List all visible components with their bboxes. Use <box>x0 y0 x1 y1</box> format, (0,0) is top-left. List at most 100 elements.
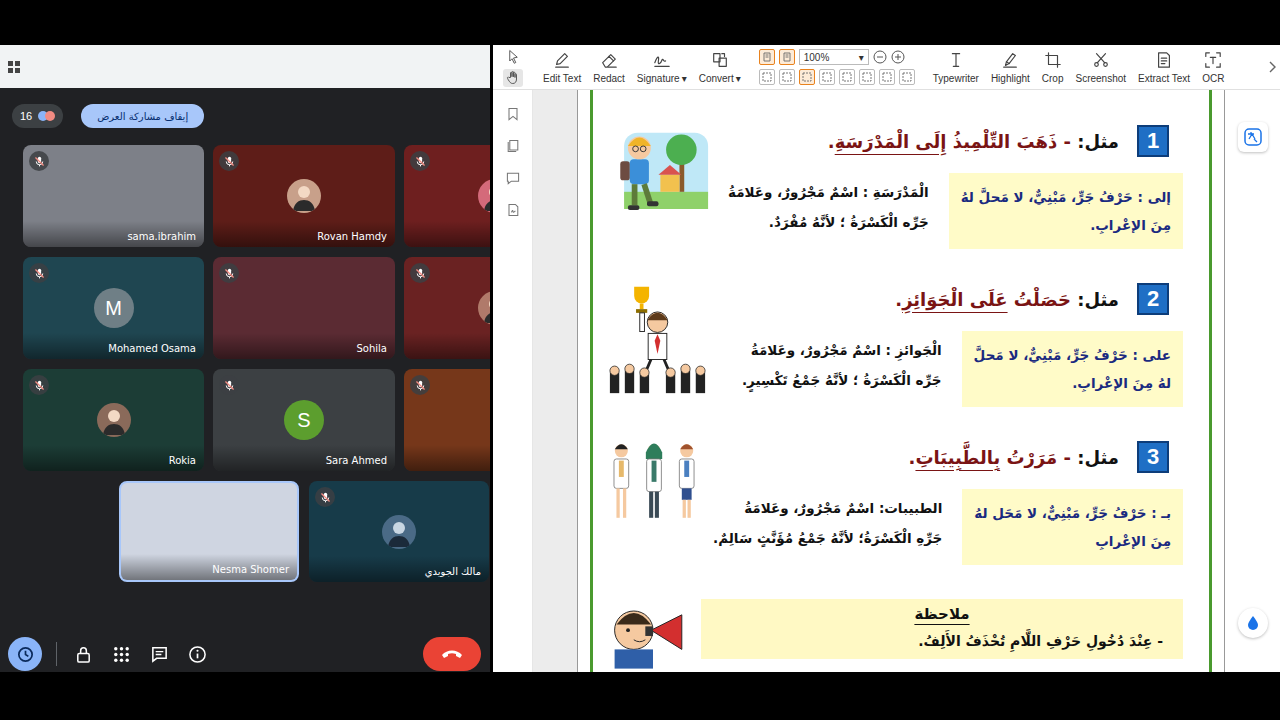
toolbar-tool[interactable]: Crop <box>1038 51 1068 84</box>
participant-tile[interactable]: SSara Ahmed <box>213 369 395 471</box>
apps-grid-icon[interactable] <box>8 61 20 73</box>
avatar-icon <box>287 179 321 213</box>
pointer-icon <box>506 49 521 64</box>
view-option-icon <box>761 71 773 83</box>
crop-icon <box>1044 51 1062 69</box>
assistant-button[interactable] <box>1238 608 1268 638</box>
student-walking-icon <box>605 125 710 220</box>
view-option-button[interactable] <box>879 69 895 85</box>
note-box: ملاحظة- عِنْدَ دُخُولِ حَرْفِ اللَّامِ ت… <box>701 599 1183 659</box>
chevron-right-icon[interactable] <box>1267 60 1277 74</box>
view-controls: 100%▾ <box>759 49 915 85</box>
example-analysis: على : حَرْفُ جَرٍّ، مَبْنِيٌّ، لا مَحلَّ… <box>742 331 1183 407</box>
view-option-button[interactable] <box>759 69 775 85</box>
view-option-button[interactable] <box>899 69 915 85</box>
document-canvas: 1مثل: - ذَهَبَ التِّلْمِيذُ إِلَى الْمَد… <box>533 90 1225 672</box>
megaphone-man-icon <box>605 601 701 669</box>
page-view-button[interactable] <box>759 49 775 65</box>
toolbar-tool[interactable]: Highlight <box>987 51 1034 84</box>
example-number: 1 <box>1137 125 1169 157</box>
zoom-select[interactable]: 100%▾ <box>799 49 869 65</box>
avatar-initial: S <box>284 400 324 440</box>
participant-name: Nesma Shomer <box>212 564 289 575</box>
example-block: 2مثل: حَصَلْتُ عَلَى الْجَوَائِزِ.على : … <box>605 283 1183 407</box>
translate-button[interactable] <box>1238 122 1268 152</box>
participant-tile[interactable]: مالك الجويدي <box>309 481 489 582</box>
mic-muted-icon <box>29 151 49 171</box>
timer-button[interactable] <box>8 637 42 671</box>
letterbox-top <box>0 0 1280 45</box>
participant-tile[interactable] <box>404 257 490 359</box>
participant-count[interactable]: 16 <box>12 104 63 128</box>
avatar-icon <box>97 403 131 437</box>
mode-tool-button[interactable] <box>503 69 523 87</box>
meeting-top-bar <box>0 45 490 88</box>
bookmark-icon[interactable] <box>505 106 521 122</box>
chat-icon <box>150 645 169 664</box>
redact-icon <box>600 51 618 69</box>
mode-tool-button[interactable] <box>503 48 523 66</box>
avatar-icon <box>478 291 490 325</box>
stop-presenting-button[interactable]: إيقاف مشاركة العرض <box>81 104 204 128</box>
toolbar-tool[interactable]: OCR <box>1198 51 1228 84</box>
zoom-out-button[interactable] <box>873 50 887 64</box>
page-view-button[interactable] <box>779 49 795 65</box>
toolbar-tool[interactable]: Convert▾ <box>695 51 745 84</box>
view-option-button[interactable] <box>819 69 835 85</box>
toolbar-tool[interactable]: Typewriter <box>929 51 983 84</box>
avatar-initial: M <box>94 288 134 328</box>
participant-tile[interactable]: MMohamed Osama <box>23 257 204 359</box>
toolbar-tool[interactable]: Redact <box>589 51 629 84</box>
view-option-button[interactable] <box>779 69 795 85</box>
toolbar-tool[interactable]: Edit Text <box>539 51 585 84</box>
view-row: 100%▾ <box>759 49 915 65</box>
toolbar-tool[interactable]: Screenshot <box>1071 51 1130 84</box>
minus-icon <box>873 50 887 64</box>
participant-tile[interactable]: Nesma Shomer <box>119 481 299 582</box>
participant-tile[interactable]: Rokia <box>23 369 204 471</box>
page-frame: 1مثل: - ذَهَبَ التِّلْمِيذُ إِلَى الْمَد… <box>590 90 1212 672</box>
view-option-button[interactable] <box>859 69 875 85</box>
comment-icon[interactable] <box>505 170 521 186</box>
activities-button[interactable] <box>109 642 133 666</box>
info-icon <box>188 645 207 664</box>
view-option-icon <box>821 71 833 83</box>
example-illustration <box>605 283 710 395</box>
example-heading: 1مثل: - ذَهَبَ التِّلْمِيذُ إِلَى الْمَد… <box>728 125 1183 157</box>
signature-icon <box>653 51 671 69</box>
trophy-winner-icon <box>605 283 710 395</box>
example-content: 3مثل: - مَرَرْتُ بِالطَّبِيبَاتِ. بـ : حَ… <box>713 441 1183 565</box>
example-analysis: بـ : حَرْفُ جَرٍّ، مَبْنِيٌّ، لا مَحَل ل… <box>713 489 1183 565</box>
toolbar-tool[interactable]: Signature▾ <box>633 51 691 84</box>
toolbar-tool[interactable]: Extract Text <box>1134 51 1194 84</box>
participant-tile[interactable] <box>404 145 490 247</box>
featured-participants: Nesma Shomer مالك الجويدي <box>0 481 490 582</box>
leave-call-button[interactable] <box>423 637 481 671</box>
view-option-button[interactable] <box>839 69 855 85</box>
example-heading: 3مثل: - مَرَرْتُ بِالطَّبِيبَاتِ. <box>713 441 1183 473</box>
participant-tile[interactable]: sama.ibrahim <box>23 145 204 247</box>
signature-panel-icon[interactable] <box>505 202 521 218</box>
participant-name: Rovan Hamdy <box>317 231 387 242</box>
host-controls-button[interactable] <box>71 642 95 666</box>
zoom-in-button[interactable] <box>891 50 905 64</box>
participant-tile[interactable] <box>404 369 490 471</box>
info-button[interactable] <box>185 642 209 666</box>
main-area: 16 إيقاف مشاركة العرض sama.ibrahim Rovan Ha… <box>0 45 1280 672</box>
separator <box>56 642 57 666</box>
call-controls <box>0 636 490 672</box>
view-option-icon <box>781 71 793 83</box>
participant-tile[interactable]: Sohila <box>213 257 395 359</box>
example-illustration <box>605 125 710 220</box>
example-analysis: إلى : حَرْفُ جَرٍّ، مَبْنِيٌّ، لا مَحلَّ… <box>728 173 1183 249</box>
clock-icon <box>16 645 35 664</box>
screen: 16 إيقاف مشاركة العرض sama.ibrahim Rovan Ha… <box>0 0 1280 720</box>
pages-icon[interactable] <box>505 138 521 154</box>
translate-icon <box>1243 127 1263 147</box>
tool-group: Edit TextRedactSignature▾Convert▾ <box>539 51 745 84</box>
view-option-button[interactable] <box>799 69 815 85</box>
chat-button[interactable] <box>147 642 171 666</box>
mic-muted-icon <box>219 151 239 171</box>
participant-tile[interactable]: Rovan Hamdy <box>213 145 395 247</box>
participant-name: sama.ibrahim <box>127 231 196 242</box>
